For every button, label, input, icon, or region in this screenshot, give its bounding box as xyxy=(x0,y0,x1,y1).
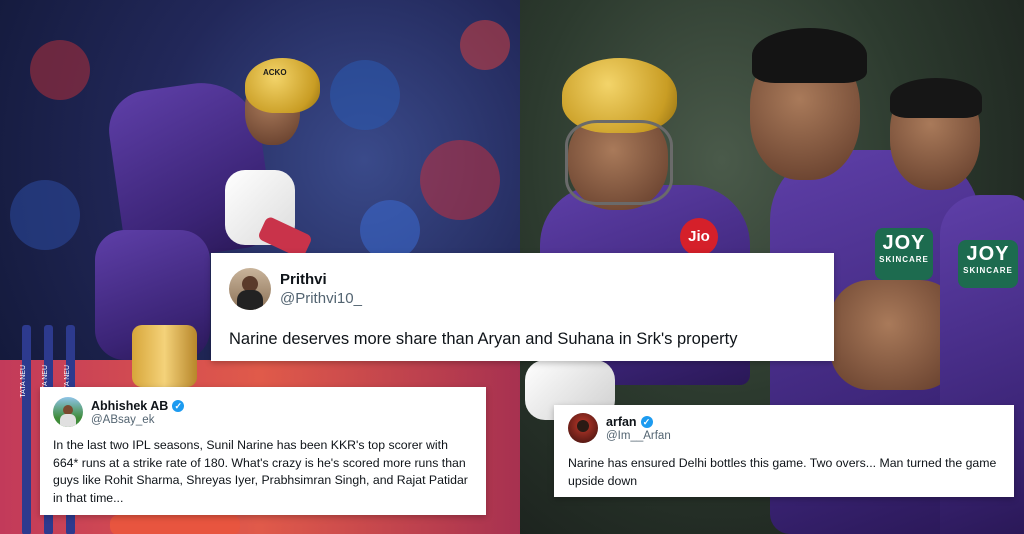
tweet-text: Narine has ensured Delhi bottles this ga… xyxy=(568,456,997,488)
jio-logo: Jio xyxy=(680,218,718,256)
verified-badge-icon: ✓ xyxy=(640,415,653,428)
tweet-card-prithvi[interactable]: Prithvi @Prithvi10_ Narine deserves more… xyxy=(211,253,834,361)
keeper-grill xyxy=(565,120,673,205)
tweet-header: arfan ✓ @Im__Arfan xyxy=(568,413,1000,443)
verified-badge-icon: ✓ xyxy=(172,399,185,412)
batsman-helmet: ACKO xyxy=(245,58,320,113)
author-handle[interactable]: @Im__Arfan xyxy=(606,430,671,442)
joy-skincare-logo-2: JOY SKINCARE xyxy=(958,240,1018,288)
tweet-text: Narine deserves more share than Aryan an… xyxy=(229,330,738,348)
batsman-shoes xyxy=(110,515,240,534)
author-handle[interactable]: @Prithvi10_ xyxy=(280,290,362,307)
tweet-header: Prithvi @Prithvi10_ xyxy=(229,268,816,310)
narine-hair xyxy=(752,28,867,83)
tweet-card-abhishek[interactable]: Abhishek AB ✓ @ABsay_ek In the last two … xyxy=(40,387,486,515)
joy-skincare-logo: JOY SKINCARE xyxy=(875,228,933,280)
author-handle[interactable]: @ABsay_ek xyxy=(91,414,184,426)
avatar[interactable] xyxy=(53,397,83,427)
avatar[interactable] xyxy=(568,413,598,443)
batting-pad xyxy=(132,325,197,387)
teammate-hair xyxy=(890,78,982,118)
author-name[interactable]: Prithvi xyxy=(280,271,327,288)
author-name[interactable]: arfan xyxy=(606,415,637,429)
tweet-text: In the last two IPL seasons, Sunil Narin… xyxy=(53,438,468,505)
tweet-card-arfan[interactable]: arfan ✓ @Im__Arfan Narine has ensured De… xyxy=(554,405,1014,497)
tweet-header: Abhishek AB ✓ @ABsay_ek xyxy=(53,397,473,427)
avatar[interactable] xyxy=(229,268,271,310)
author-name[interactable]: Abhishek AB xyxy=(91,399,168,413)
